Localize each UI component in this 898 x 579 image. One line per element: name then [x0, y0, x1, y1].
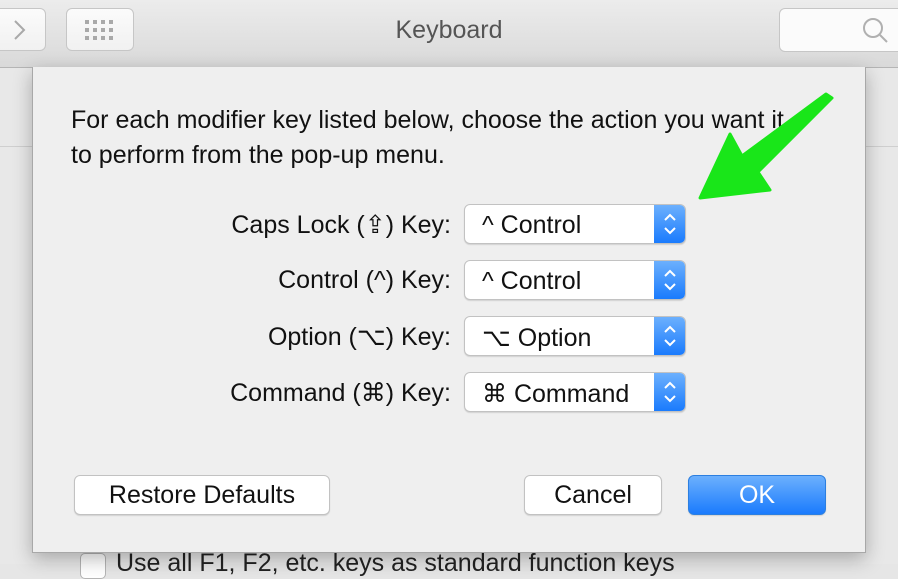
popup-value: ⌥ Option	[482, 324, 592, 352]
up-down-chevron-icon	[663, 269, 676, 291]
option-popup[interactable]: ⌥ Option	[464, 316, 686, 356]
up-down-chevron-icon	[663, 325, 676, 347]
ok-button[interactable]: OK	[688, 475, 826, 515]
popup-stepper[interactable]	[654, 373, 685, 411]
modifier-row-option: Option (⌥) Key: ⌥ Option	[33, 316, 867, 356]
popup-stepper[interactable]	[654, 261, 685, 299]
restore-defaults-button[interactable]: Restore Defaults	[74, 475, 330, 515]
modifier-row-command: Command (⌘) Key: ⌘ Command	[33, 372, 867, 412]
popup-stepper[interactable]	[654, 205, 685, 243]
control-popup[interactable]: ^ Control	[464, 260, 686, 300]
option-label: Option (⌥) Key:	[267, 323, 451, 351]
popup-stepper[interactable]	[654, 317, 685, 355]
caps-lock-popup[interactable]: ^ Control	[464, 204, 686, 244]
command-label: Command (⌘) Key:	[230, 379, 451, 407]
search-field[interactable]	[779, 8, 898, 52]
magnifier-icon	[863, 18, 888, 43]
function-keys-checkbox[interactable]	[80, 553, 106, 579]
command-popup[interactable]: ⌘ Command	[464, 372, 686, 412]
popup-value: ^ Control	[482, 211, 582, 239]
window-toolbar: Keyboard	[0, 0, 898, 68]
annotation-arrow-icon	[698, 92, 834, 200]
window-title: Keyboard	[395, 16, 503, 44]
modifier-row-control: Control (^) Key: ^ Control	[33, 260, 867, 300]
up-down-chevron-icon	[663, 213, 676, 235]
popup-value: ⌘ Command	[482, 380, 630, 408]
popup-value: ^ Control	[482, 267, 582, 295]
control-label: Control (^) Key:	[278, 266, 451, 294]
caps-lock-label: Caps Lock (⇪) Key:	[231, 211, 451, 239]
up-down-chevron-icon	[663, 381, 676, 403]
cancel-button[interactable]: Cancel	[524, 475, 662, 515]
modifier-row-caps-lock: Caps Lock (⇪) Key: ^ Control	[33, 204, 867, 244]
